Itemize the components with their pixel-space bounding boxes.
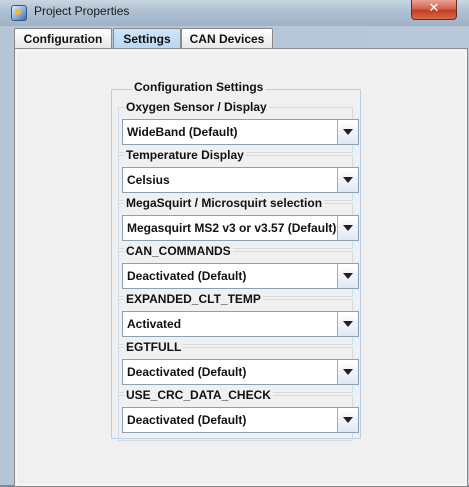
field-label: EGTFULL	[124, 340, 184, 354]
field-label: MegaSquirt / Microsquirt selection	[124, 196, 325, 210]
dropdown-button[interactable]	[337, 216, 358, 240]
field-label: EXPANDED_CLT_TEMP	[124, 292, 263, 306]
dropdown-value: Deactivated (Default)	[127, 365, 247, 379]
can-commands-dropdown[interactable]: Deactivated (Default)	[122, 263, 359, 289]
dropdown-value: WideBand (Default)	[127, 125, 238, 139]
field-egtfull: EGTFULL Deactivated (Default)	[118, 340, 359, 393]
temperature-display-dropdown[interactable]: Celsius	[122, 167, 359, 193]
dropdown-button[interactable]	[337, 120, 358, 144]
dropdown-value: Megasquirt MS2 v3 or v3.57 (Default)	[127, 221, 337, 235]
field-expanded-clt-temp: EXPANDED_CLT_TEMP Activated	[118, 292, 359, 345]
chevron-down-icon	[343, 369, 353, 375]
dropdown-button[interactable]	[337, 360, 358, 384]
expanded-clt-temp-dropdown[interactable]: Activated	[122, 311, 359, 337]
dropdown-button[interactable]	[337, 312, 358, 336]
field-label: USE_CRC_DATA_CHECK	[124, 388, 273, 402]
dropdown-value: Deactivated (Default)	[127, 413, 247, 427]
chevron-down-icon	[343, 129, 353, 135]
tab-configuration[interactable]: Configuration	[14, 28, 112, 49]
dropdown-value: Activated	[127, 317, 182, 331]
chevron-down-icon	[343, 177, 353, 183]
close-icon: ✕	[428, 1, 440, 16]
chevron-down-icon	[343, 225, 353, 231]
dropdown-button[interactable]	[337, 168, 358, 192]
chevron-down-icon	[343, 321, 353, 327]
settings-panel: Configuration Settings Oxygen Sensor / D…	[14, 48, 468, 487]
title-bar[interactable]: Project Properties ✕	[0, 0, 469, 26]
dropdown-value: Celsius	[127, 173, 170, 187]
project-properties-icon	[11, 5, 27, 21]
chevron-down-icon	[343, 417, 353, 423]
chevron-down-icon	[343, 273, 353, 279]
window-title: Project Properties	[34, 4, 130, 18]
dropdown-button[interactable]	[337, 408, 358, 432]
field-megasquirt-selection: MegaSquirt / Microsquirt selection Megas…	[118, 196, 359, 249]
field-temperature-display: Temperature Display Celsius	[118, 148, 359, 201]
close-button[interactable]: ✕	[411, 0, 457, 20]
field-label: Oxygen Sensor / Display	[124, 100, 269, 114]
configuration-settings-title: Configuration Settings	[132, 80, 266, 94]
dropdown-button[interactable]	[337, 264, 358, 288]
field-label: CAN_COMMANDS	[124, 244, 233, 258]
field-can-commands: CAN_COMMANDS Deactivated (Default)	[118, 244, 359, 297]
tab-can-devices[interactable]: CAN Devices	[181, 28, 273, 49]
field-oxygen-sensor: Oxygen Sensor / Display WideBand (Defaul…	[118, 100, 359, 153]
oxygen-sensor-dropdown[interactable]: WideBand (Default)	[122, 119, 359, 145]
egtfull-dropdown[interactable]: Deactivated (Default)	[122, 359, 359, 385]
use-crc-data-check-dropdown[interactable]: Deactivated (Default)	[122, 407, 359, 433]
window-frame: Configuration Settings CAN Devices Confi…	[0, 26, 469, 487]
tab-settings[interactable]: Settings	[113, 28, 181, 50]
field-use-crc-data-check: USE_CRC_DATA_CHECK Deactivated (Default)	[118, 388, 359, 441]
dropdown-value: Deactivated (Default)	[127, 269, 247, 283]
field-label: Temperature Display	[124, 148, 246, 162]
megasquirt-selection-dropdown[interactable]: Megasquirt MS2 v3 or v3.57 (Default)	[122, 215, 359, 241]
